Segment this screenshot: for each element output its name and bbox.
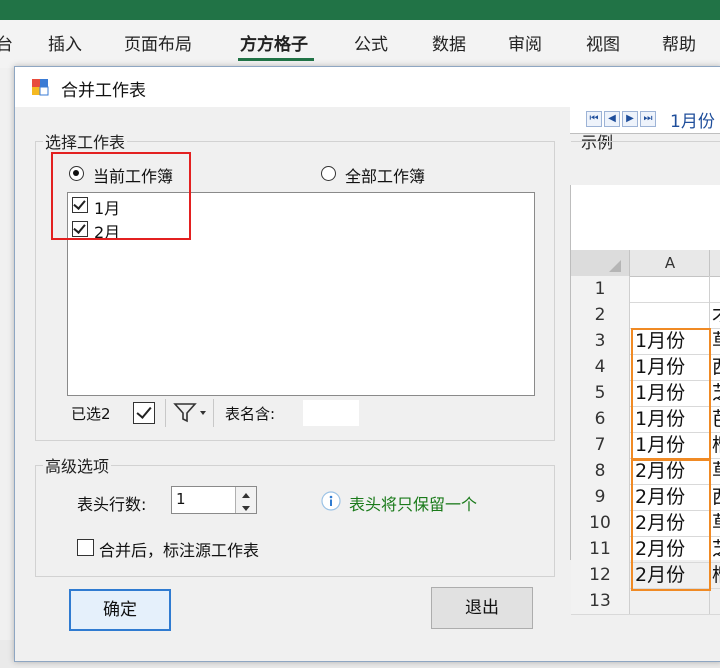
cell-a xyxy=(635,589,707,615)
select-all-corner xyxy=(571,250,630,276)
row-number: 8 xyxy=(571,458,630,484)
info-text: 表头将只保留一个 xyxy=(349,495,478,514)
toolbar-divider xyxy=(165,399,166,427)
example-group-border xyxy=(571,141,720,142)
toolbar-divider xyxy=(213,399,214,427)
cell-b: 榴 xyxy=(712,563,720,589)
cell-b: 西 xyxy=(712,485,720,511)
example-row: 1 xyxy=(571,276,720,303)
name-contains-input[interactable] xyxy=(303,400,359,426)
ribbon-tab-start[interactable]: 台 xyxy=(0,30,13,55)
cell-b xyxy=(712,589,720,615)
example-sheet: A 12才31月份草41月份西51月份芝61月份芭71月份榴82月份草92月份西… xyxy=(570,185,720,615)
spin-up-button[interactable] xyxy=(235,487,256,501)
example-row: 2才 xyxy=(571,302,720,329)
row-number: 5 xyxy=(571,380,630,406)
header-rows-spinner[interactable]: 1 xyxy=(171,486,257,514)
dialog-title: 合并工作表 xyxy=(61,81,146,101)
header-rows-label: 表头行数: xyxy=(77,495,147,514)
mark-source-checkbox[interactable] xyxy=(77,539,94,556)
ok-button[interactable]: 确定 xyxy=(69,589,171,631)
cell-b: 草 xyxy=(712,511,720,537)
cell-b: 芭 xyxy=(712,407,720,433)
select-sheets-group-label: 选择工作表 xyxy=(43,129,128,153)
worksheet-left-edge xyxy=(0,68,15,668)
info-icon xyxy=(321,491,341,511)
row-number: 11 xyxy=(571,536,630,562)
row-number: 13 xyxy=(571,588,630,614)
ribbon-tab-fangfanggezi[interactable]: 方方格子 xyxy=(240,30,308,55)
highlight-box-red xyxy=(51,152,191,240)
column-divider xyxy=(709,276,710,302)
select-all-checkbox[interactable] xyxy=(133,402,155,424)
ribbon-tabs: 台 插入 页面布局 方方格子 公式 数据 审阅 视图 帮助 xyxy=(0,20,720,69)
dialog-titlebar: 合并工作表 xyxy=(15,67,720,107)
cell-b: 草 xyxy=(712,459,720,485)
column-header-a: A xyxy=(664,254,676,272)
header-rows-value[interactable]: 1 xyxy=(176,490,186,508)
last-sheet-icon: ⏭ xyxy=(640,111,656,127)
column-divider xyxy=(709,588,710,614)
row-number: 3 xyxy=(571,328,630,354)
ribbon-tab-help[interactable]: 帮助 xyxy=(662,30,696,55)
ribbon-tab-review[interactable]: 审阅 xyxy=(508,30,542,55)
radio-all-workbooks[interactable] xyxy=(321,166,336,181)
corner-triangle-icon xyxy=(609,260,621,272)
exit-button[interactable]: 退出 xyxy=(431,587,533,629)
filter-dropdown-icon[interactable] xyxy=(173,402,209,424)
radio-all-workbooks-label[interactable]: 全部工作簿 xyxy=(345,163,425,187)
example-sheet-tab: 1月份 xyxy=(670,112,715,132)
title-bar xyxy=(0,0,720,20)
highlight-box-feb xyxy=(631,458,711,591)
row-number: 2 xyxy=(571,302,630,328)
cell-b: 西 xyxy=(712,355,720,381)
first-sheet-icon: ⏮ xyxy=(586,111,602,127)
row-number: 10 xyxy=(571,510,630,536)
column-header-row: A xyxy=(571,250,720,277)
checkmark-icon xyxy=(136,403,152,419)
advanced-options-label: 高级选项 xyxy=(43,453,112,477)
next-sheet-icon: ▶ xyxy=(622,111,638,127)
ribbon-tab-insert[interactable]: 插入 xyxy=(48,30,82,55)
cell-b: 芝 xyxy=(712,537,720,563)
ribbon-tab-page-layout[interactable]: 页面布局 xyxy=(124,30,192,55)
cell-a xyxy=(635,303,707,329)
example-row: 13 xyxy=(571,588,720,615)
row-number: 4 xyxy=(571,354,630,380)
cell-b: 草 xyxy=(712,329,720,355)
selected-count: 已选2 xyxy=(71,405,111,423)
highlight-box-jan xyxy=(631,328,711,461)
spin-down-button[interactable] xyxy=(235,500,256,513)
cell-b: 榴 xyxy=(712,433,720,459)
column-divider xyxy=(709,250,710,276)
row-number: 6 xyxy=(571,406,630,432)
ribbon-tab-view[interactable]: 视图 xyxy=(586,30,620,55)
cell-b: 芝 xyxy=(712,381,720,407)
cell-b: 才 xyxy=(712,303,720,329)
mark-source-label[interactable]: 合并后，标注源工作表 xyxy=(99,537,259,561)
ribbon-tab-data[interactable]: 数据 xyxy=(432,30,466,55)
app-icon xyxy=(32,79,49,96)
example-sheet-tabs: ⏮ ◀ ▶ ⏭ 1月份 xyxy=(570,105,720,134)
active-tab-underline xyxy=(238,58,314,61)
row-number: 7 xyxy=(571,432,630,458)
triangle-down-icon xyxy=(242,506,250,511)
prev-sheet-icon: ◀ xyxy=(604,111,620,127)
name-contains-label: 表名含: xyxy=(225,405,276,423)
row-number: 1 xyxy=(571,276,630,302)
cell-b xyxy=(712,277,720,303)
row-number: 12 xyxy=(571,562,630,588)
cell-a xyxy=(635,277,707,303)
column-divider xyxy=(709,302,710,328)
row-number: 9 xyxy=(571,484,630,510)
ribbon-tab-formulas[interactable]: 公式 xyxy=(354,30,388,55)
